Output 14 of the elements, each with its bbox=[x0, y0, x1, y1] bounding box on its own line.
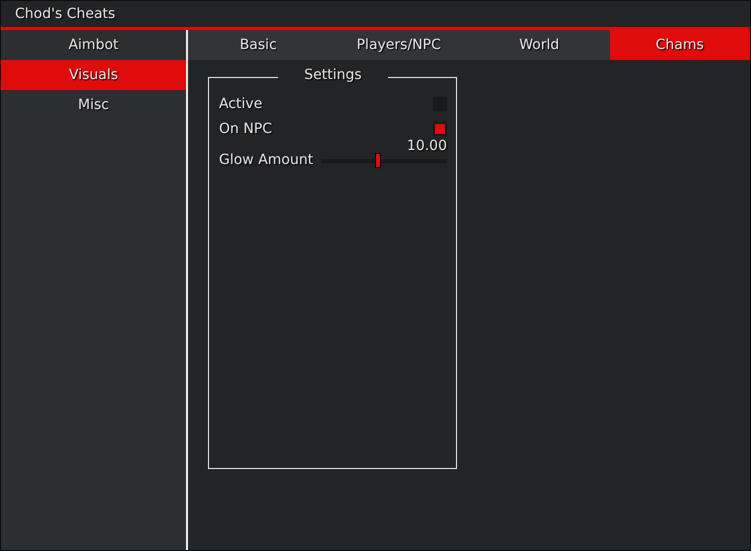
sidebar-item[interactable]: Aimbot bbox=[1, 30, 186, 60]
sidebar-item[interactable]: Misc bbox=[1, 90, 186, 120]
slider-thumb[interactable] bbox=[374, 153, 381, 168]
setting-label: Glow Amount bbox=[219, 152, 314, 169]
tab[interactable]: Basic bbox=[188, 30, 328, 60]
slider-value: 10.00 bbox=[406, 139, 447, 153]
setting-label: On NPC bbox=[219, 120, 274, 136]
tab[interactable]: Chams bbox=[610, 30, 750, 60]
group-title: Settings bbox=[303, 67, 363, 83]
checkbox[interactable] bbox=[433, 122, 447, 136]
setting-label: Active bbox=[219, 96, 264, 112]
tab[interactable]: World bbox=[469, 30, 610, 60]
tab[interactable]: Players/NPC bbox=[328, 30, 469, 60]
sidebar-item[interactable]: Visuals bbox=[1, 60, 186, 90]
